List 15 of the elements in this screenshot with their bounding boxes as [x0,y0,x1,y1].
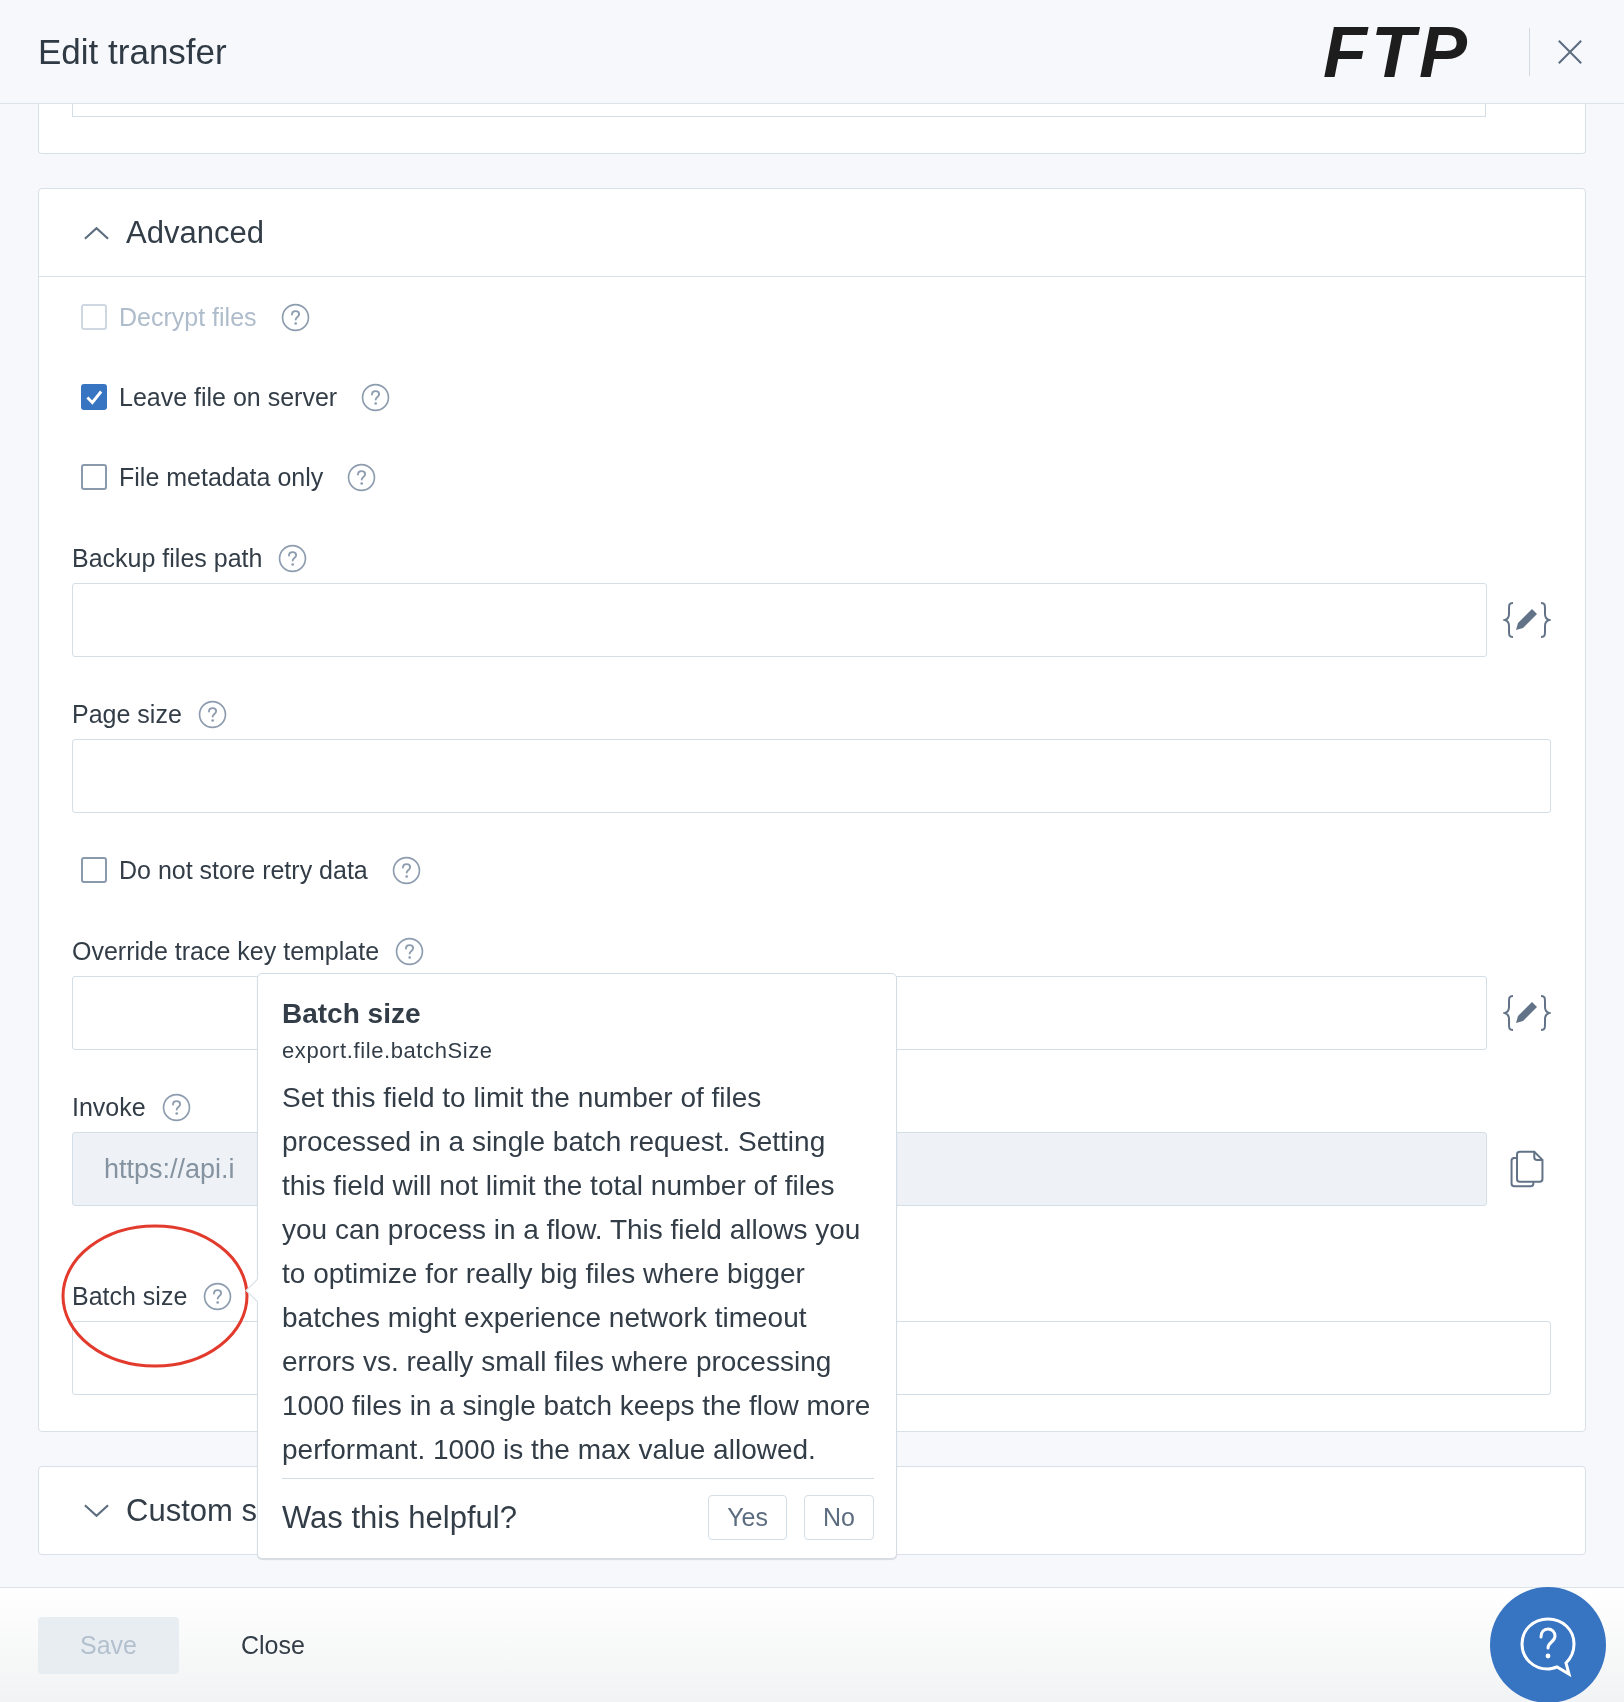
field-label: Page size [72,699,182,729]
checkbox-label: Do not store retry data [119,855,368,885]
checkbox-label: Decrypt files [119,302,257,332]
field-label: Override trace key template [72,936,380,966]
field-label: Batch size [72,1281,188,1311]
ftp-logo: FTP [1323,15,1471,88]
window-title: Edit transfer [38,31,227,72]
tooltip-title: Batch size [282,997,422,1031]
field-path: export.file.batchSize [282,1037,494,1065]
checkbox-label: File metadata only [119,462,324,492]
tooltip-text: Set this field to limit the number of files processed in a single batch request. Setting this field will not limit the total number of files you can process in a flow. This field allows you to optimize for really big files where bigger batches might experience network timeout errors vs. really small files where processing 1000 files in a single batch keeps the flow more performant. 1000 is the max value allowed. [282,1076,874,1479]
checkbox-label: Leave file on server [119,382,338,412]
field-label: Invoke [72,1092,146,1122]
feedback-question: Was this helpful? [282,1499,517,1536]
field-label: Backup files path [72,543,263,573]
